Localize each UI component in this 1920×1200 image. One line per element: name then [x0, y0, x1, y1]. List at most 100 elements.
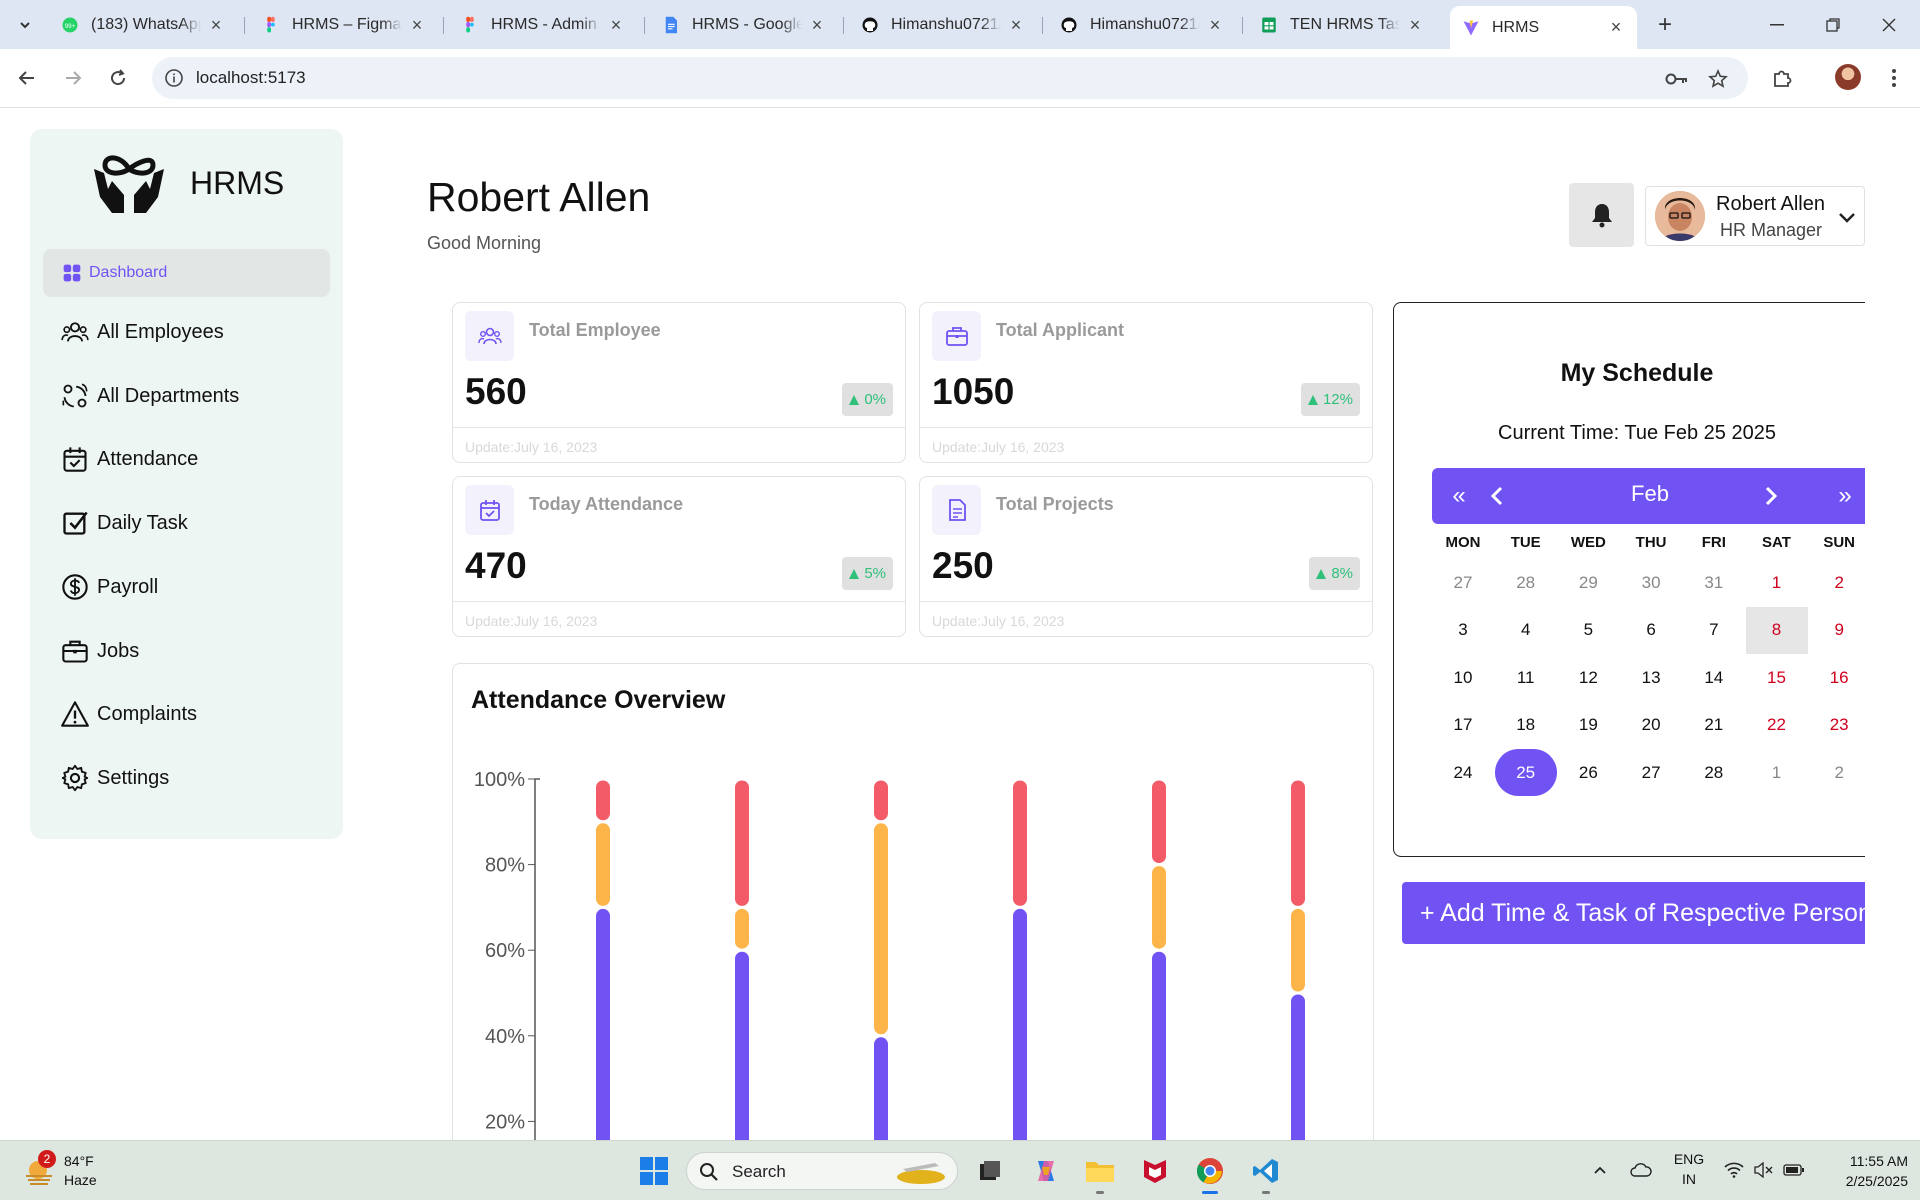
- browser-tab[interactable]: TEN HRMS Task ×: [1248, 8, 1436, 42]
- calendar-day[interactable]: 15: [1746, 654, 1808, 701]
- sidebar-item-payroll[interactable]: Payroll: [43, 563, 330, 611]
- bar-3-segment-3[interactable]: [874, 780, 888, 821]
- bar-4-segment-3[interactable]: [1013, 780, 1027, 906]
- calendar-day[interactable]: 11: [1495, 654, 1557, 701]
- new-tab-button[interactable]: +: [1650, 10, 1680, 40]
- bar-6-segment-2[interactable]: [1291, 908, 1305, 992]
- wifi-icon[interactable]: [1723, 1159, 1745, 1181]
- sidebar-item-all-employees[interactable]: All Employees: [43, 308, 330, 356]
- restore-icon[interactable]: [1813, 10, 1853, 40]
- browser-tab[interactable]: HRMS – Figma ×: [250, 8, 438, 42]
- calendar-day[interactable]: 21: [1683, 702, 1745, 749]
- extensions-icon[interactable]: [1768, 64, 1796, 92]
- weather-widget[interactable]: 2 84°F Haze: [24, 1150, 114, 1192]
- calendar-day[interactable]: 20: [1620, 702, 1682, 749]
- bar-2-segment-2[interactable]: [735, 908, 749, 949]
- file-explorer-icon[interactable]: [1080, 1151, 1120, 1194]
- back-icon[interactable]: [12, 63, 42, 93]
- calendar-day[interactable]: 4: [1495, 607, 1557, 654]
- browser-tab[interactable]: HRMS ×: [1450, 6, 1637, 49]
- bar-2-segment-3[interactable]: [735, 780, 749, 906]
- chrome-icon[interactable]: [1190, 1151, 1230, 1194]
- calendar-day[interactable]: 3: [1432, 607, 1494, 654]
- calendar-day[interactable]: 22: [1746, 702, 1808, 749]
- calendar-day[interactable]: 17: [1432, 702, 1494, 749]
- calendar-day[interactable]: 24: [1432, 749, 1494, 796]
- browser-tab[interactable]: HRMS - Admin V ×: [449, 8, 637, 42]
- next-month-button[interactable]: [1756, 468, 1786, 524]
- close-tab-icon[interactable]: ×: [1007, 15, 1025, 36]
- chevron-down-icon[interactable]: [1836, 206, 1858, 228]
- bar-3-segment-2[interactable]: [874, 823, 888, 1035]
- tray-overflow-chevron-icon[interactable]: [1589, 1159, 1611, 1181]
- bar-1-segment-3[interactable]: [596, 780, 610, 821]
- address-bar[interactable]: localhost:5173: [152, 57, 1748, 99]
- volume-muted-icon[interactable]: [1753, 1159, 1775, 1181]
- bar-6-segment-3[interactable]: [1291, 780, 1305, 906]
- language-in[interactable]: IN: [1673, 1171, 1705, 1187]
- sidebar-item-all-departments[interactable]: All Departments: [43, 372, 330, 420]
- mcafee-icon[interactable]: [1135, 1151, 1175, 1191]
- taskbar-search[interactable]: Search: [686, 1152, 958, 1190]
- url-text[interactable]: localhost:5173: [196, 68, 306, 88]
- user-menu[interactable]: Robert Allen HR Manager: [1645, 186, 1865, 246]
- close-tab-icon[interactable]: ×: [808, 15, 826, 36]
- bar-5-segment-3[interactable]: [1152, 780, 1166, 864]
- site-info-icon[interactable]: [164, 68, 184, 88]
- reload-icon[interactable]: [103, 63, 133, 93]
- stat-card-total-applicant[interactable]: Total Applicant 1050 12% Update:July 16, 20…: [919, 302, 1373, 463]
- task-view-icon[interactable]: [970, 1151, 1010, 1191]
- calendar-day[interactable]: 5: [1557, 607, 1619, 654]
- browser-profile-avatar[interactable]: [1835, 64, 1861, 90]
- calendar-day[interactable]: 12: [1557, 654, 1619, 701]
- calendar-day[interactable]: 31: [1683, 559, 1745, 606]
- calendar-day[interactable]: 2: [1808, 749, 1865, 796]
- calendar-day[interactable]: 10: [1432, 654, 1494, 701]
- next-year-button[interactable]: »: [1830, 468, 1860, 524]
- close-tab-icon[interactable]: ×: [607, 15, 625, 36]
- notifications-button[interactable]: [1569, 183, 1634, 247]
- add-task-button[interactable]: + Add Time & Task of Respective Person: [1402, 882, 1865, 944]
- language-eng[interactable]: ENG: [1673, 1151, 1705, 1167]
- calendar-day[interactable]: 13: [1620, 654, 1682, 701]
- calendar-day[interactable]: 16: [1808, 654, 1865, 701]
- sidebar-item-jobs[interactable]: Jobs: [43, 627, 330, 675]
- calendar-day[interactable]: 29: [1557, 559, 1619, 606]
- calendar-day[interactable]: 8: [1745, 606, 1808, 654]
- calendar-day[interactable]: 28: [1683, 749, 1745, 796]
- taskbar-clock[interactable]: 11:55 AM 2/25/2025: [1818, 1151, 1908, 1191]
- onedrive-icon[interactable]: [1630, 1159, 1652, 1181]
- close-tab-icon[interactable]: ×: [1206, 15, 1224, 36]
- sidebar-item-attendance[interactable]: Attendance: [43, 435, 330, 483]
- calendar-day[interactable]: 26: [1557, 749, 1619, 796]
- close-tab-icon[interactable]: ×: [207, 15, 225, 36]
- stat-card-today-attendance[interactable]: Today Attendance 470 5% Update:July 16, 202…: [452, 476, 906, 637]
- copilot-icon[interactable]: [1026, 1151, 1066, 1191]
- vscode-icon[interactable]: [1246, 1151, 1286, 1194]
- sidebar-item-dashboard[interactable]: Dashboard: [43, 249, 330, 297]
- close-window-icon[interactable]: [1869, 10, 1909, 40]
- calendar-day[interactable]: 1: [1746, 749, 1808, 796]
- forward-icon[interactable]: [58, 63, 88, 93]
- calendar-day[interactable]: 30: [1620, 559, 1682, 606]
- bar-1-segment-2[interactable]: [596, 823, 610, 906]
- close-tab-icon[interactable]: ×: [1406, 15, 1424, 36]
- logo[interactable]: HRMS: [90, 151, 284, 215]
- calendar-day[interactable]: 1: [1746, 559, 1808, 606]
- calendar-day[interactable]: 14: [1683, 654, 1745, 701]
- calendar-day[interactable]: 28: [1495, 559, 1557, 606]
- tab-search-chevron-icon[interactable]: [10, 10, 40, 40]
- calendar-day[interactable]: 18: [1495, 702, 1557, 749]
- sidebar-item-settings[interactable]: Settings: [43, 754, 330, 802]
- minimize-icon[interactable]: [1757, 10, 1797, 40]
- browser-tab[interactable]: Himanshu0721/T ×: [849, 8, 1037, 42]
- calendar-day[interactable]: 27: [1620, 749, 1682, 796]
- browser-tab[interactable]: 99+ (183) WhatsApp ×: [49, 8, 237, 42]
- stat-card-total-employee[interactable]: Total Employee 560 0% Update:July 16, 2023: [452, 302, 906, 463]
- bookmark-star-icon[interactable]: [1706, 67, 1730, 91]
- sidebar-item-complaints[interactable]: Complaints: [43, 690, 330, 738]
- calendar-day[interactable]: 19: [1557, 702, 1619, 749]
- calendar-day[interactable]: 23: [1808, 702, 1865, 749]
- calendar-day[interactable]: 9: [1808, 607, 1865, 654]
- browser-tab[interactable]: Himanshu0721/H ×: [1048, 8, 1236, 42]
